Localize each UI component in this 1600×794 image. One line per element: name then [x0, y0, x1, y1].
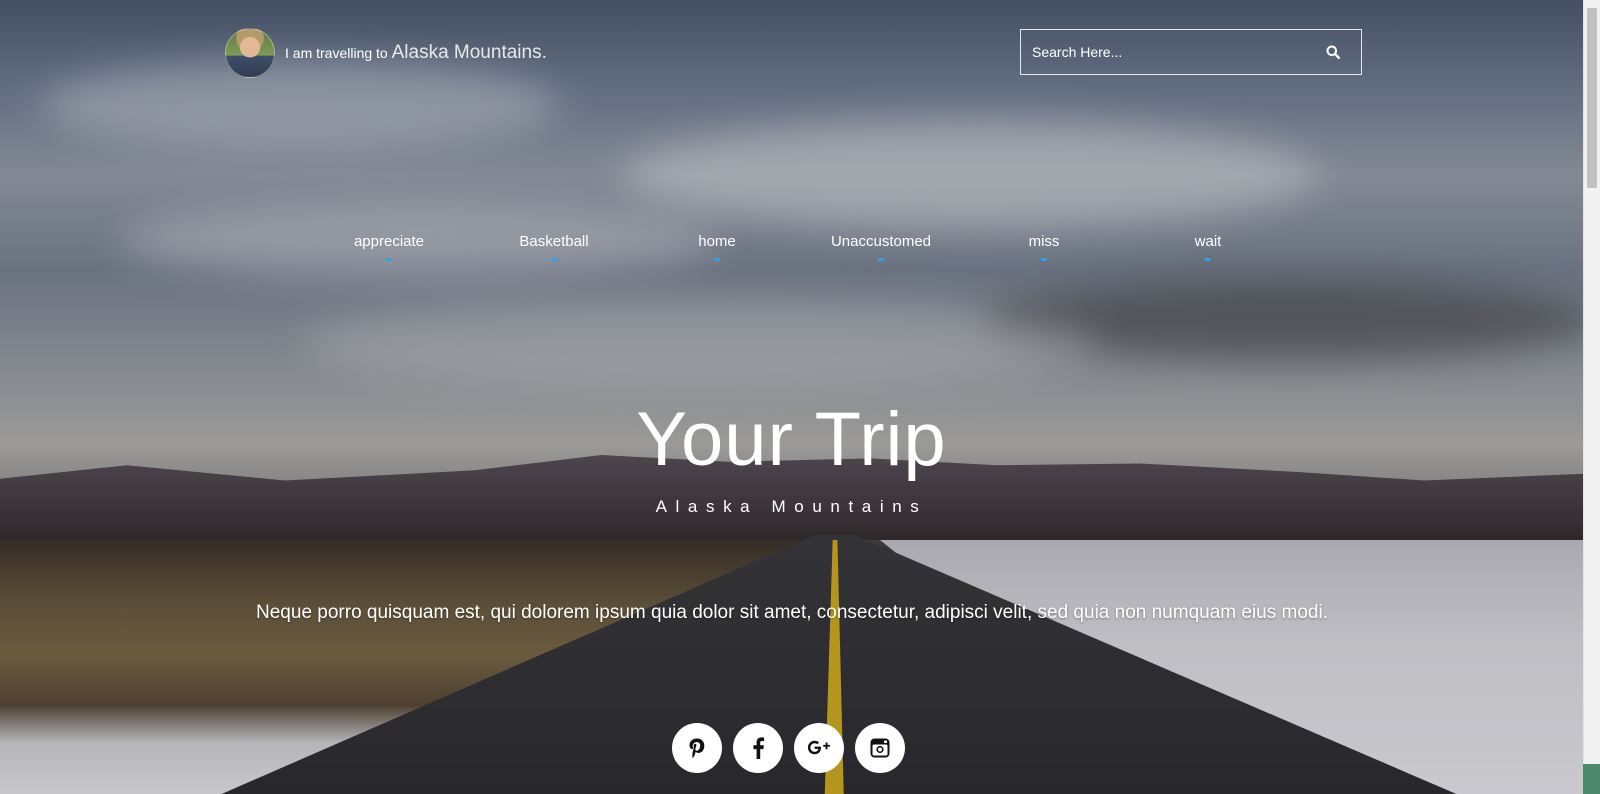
google-plus-button[interactable]	[794, 723, 844, 773]
nav-item-label: miss	[1028, 233, 1060, 250]
search-icon	[1326, 45, 1340, 59]
destination: Alaska Mountains.	[391, 42, 547, 63]
search-button[interactable]	[1305, 30, 1361, 74]
nav-item-wait[interactable]: wait	[1194, 233, 1222, 261]
nav-item-home[interactable]: home	[698, 233, 736, 261]
facebook-icon	[753, 737, 765, 759]
avatar[interactable]	[225, 28, 275, 78]
instagram-button[interactable]	[855, 723, 905, 773]
nav-item-label: Basketball	[519, 233, 589, 250]
nav-item-label: appreciate	[353, 233, 425, 250]
nav-indicator	[1205, 258, 1211, 261]
nav-indicator	[714, 258, 720, 261]
main-nav: appreciate Basketball home Unaccustomed …	[0, 233, 1583, 263]
hero-title: Your Trip	[636, 397, 947, 482]
nav-item-label: home	[698, 233, 736, 250]
nav-item-unaccustomed[interactable]: Unaccustomed	[831, 233, 931, 261]
facebook-button[interactable]	[733, 723, 783, 773]
search-box	[1020, 29, 1362, 75]
scrollbar[interactable]	[1583, 0, 1600, 794]
profile: I am travelling to Alaska Mountains.	[225, 28, 547, 78]
nav-indicator	[386, 258, 392, 261]
pinterest-button[interactable]	[672, 723, 722, 773]
scrollbar-thumb[interactable]	[1587, 8, 1597, 188]
nav-item-label: wait	[1194, 233, 1222, 250]
tagline: I am travelling to Alaska Mountains.	[285, 42, 547, 64]
pinterest-icon	[689, 738, 705, 758]
nav-item-miss[interactable]: miss	[1028, 233, 1060, 261]
google-plus-icon	[807, 740, 830, 755]
instagram-icon	[870, 738, 890, 758]
search-input[interactable]	[1021, 30, 1305, 74]
tagline-prefix: I am travelling to	[285, 45, 388, 61]
nav-item-appreciate[interactable]: appreciate	[354, 233, 424, 261]
hero-description: Neque porro quisquam est, qui dolorem ip…	[256, 602, 1328, 623]
hero-subtitle: Alaska Mountains	[655, 497, 928, 516]
social-links	[672, 723, 905, 773]
nav-item-label: Unaccustomed	[830, 233, 932, 250]
scrollbar-corner	[1583, 764, 1600, 794]
nav-indicator	[1040, 258, 1047, 261]
nav-indicator	[551, 258, 557, 261]
nav-indicator	[878, 258, 884, 261]
nav-item-basketball[interactable]: Basketball	[519, 233, 589, 261]
